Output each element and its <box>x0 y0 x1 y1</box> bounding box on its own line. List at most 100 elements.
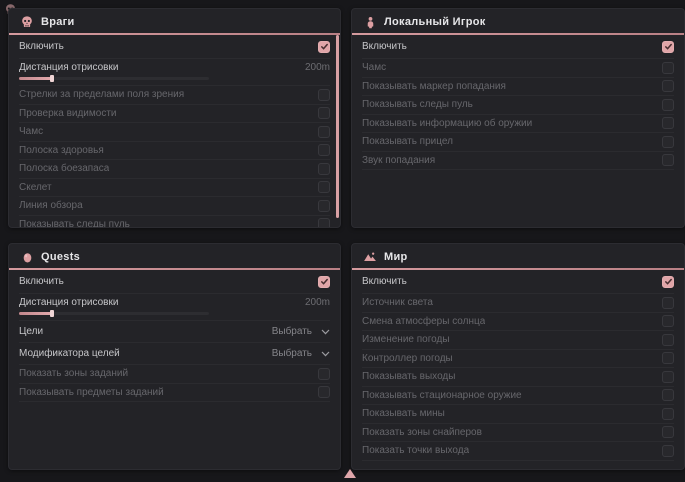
setting-row-toggle[interactable]: Скелет <box>19 179 330 198</box>
slider-fill <box>19 77 53 80</box>
checkbox[interactable] <box>662 371 674 383</box>
setting-label: Модификатора целей <box>19 348 120 359</box>
checkbox[interactable] <box>318 386 330 398</box>
checkbox[interactable] <box>662 62 674 74</box>
setting-label: Показать точки выхода <box>362 445 469 456</box>
overlay-root: ВрагиВключитьДистанция отрисовки200mСтре… <box>0 0 685 482</box>
checkbox[interactable] <box>318 218 330 228</box>
setting-label: Контроллер погоды <box>362 353 453 364</box>
setting-label: Скелет <box>19 182 52 193</box>
setting-row-toggle[interactable]: Показывать стационарное оружие <box>362 387 674 406</box>
checkbox[interactable] <box>662 315 674 327</box>
checkbox[interactable] <box>318 41 330 53</box>
checkbox[interactable] <box>662 297 674 309</box>
checkbox[interactable] <box>662 154 674 166</box>
setting-row-toggle[interactable]: Включить <box>19 35 330 59</box>
setting-row-toggle[interactable]: Полоска боезапаса <box>19 160 330 179</box>
slider[interactable] <box>19 312 209 315</box>
checkbox[interactable] <box>318 200 330 212</box>
setting-label: Источник света <box>362 297 433 308</box>
checkbox[interactable] <box>662 80 674 92</box>
slider-thumb[interactable] <box>50 75 54 82</box>
setting-row-dropdown[interactable]: ЦелиВыбрать <box>19 321 330 343</box>
setting-label: Показать зоны заданий <box>19 368 128 379</box>
setting-row-toggle[interactable]: Источник света <box>362 294 674 313</box>
setting-row-toggle[interactable]: Показывать прицел <box>362 133 674 152</box>
setting-label: Показывать выходы <box>362 371 455 382</box>
setting-row-toggle[interactable]: Включить <box>362 35 674 59</box>
slider-label-line: Дистанция отрисовки200m <box>19 62 330 73</box>
setting-row-toggle[interactable]: Показать зоны заданий <box>19 365 330 384</box>
setting-label: Смена атмосферы солнца <box>362 316 485 327</box>
setting-row-toggle[interactable]: Показывать выходы <box>362 368 674 387</box>
setting-row-toggle[interactable]: Включить <box>362 270 674 294</box>
setting-label: Показывать стационарное оружие <box>362 390 522 401</box>
panel-local-player: Локальный Игрок ВключитьЧамс Показывать ма… <box>351 8 685 228</box>
setting-row-toggle[interactable]: Звук попадания <box>362 152 674 171</box>
setting-row-toggle[interactable]: Показывать информацию об оружии <box>362 115 674 134</box>
checkbox[interactable] <box>662 352 674 364</box>
checkbox[interactable] <box>318 126 330 138</box>
setting-row-toggle[interactable]: Чамс <box>362 59 674 78</box>
checkbox[interactable] <box>662 426 674 438</box>
panels-grid: ВрагиВключитьДистанция отрисовки200mСтре… <box>8 8 685 470</box>
setting-label: Показать зоны снайперов <box>362 427 482 438</box>
checkbox[interactable] <box>662 389 674 401</box>
checkbox[interactable] <box>662 117 674 129</box>
setting-row-toggle[interactable]: Полоска здоровья <box>19 142 330 161</box>
slider[interactable] <box>19 77 209 80</box>
panel-header: Локальный Игрок <box>352 9 684 33</box>
setting-row-toggle[interactable]: Показать точки выхода <box>362 442 674 461</box>
panel-body: Включить Источник света Смена атмосферы со… <box>352 270 684 461</box>
checkbox[interactable] <box>662 276 674 288</box>
checkbox[interactable] <box>662 136 674 148</box>
setting-label: Показывать маркер попадания <box>362 81 506 92</box>
skull-icon <box>20 15 34 29</box>
checkbox[interactable] <box>318 144 330 156</box>
setting-row-toggle[interactable]: Включить <box>19 270 330 294</box>
panel-body: Включить Дистанция отрисовки200m Стрелки з… <box>9 35 340 228</box>
setting-row-toggle[interactable]: Изменение погоды <box>362 331 674 350</box>
setting-row-toggle[interactable]: Проверка видимости <box>19 105 330 124</box>
checkbox[interactable] <box>318 107 330 119</box>
setting-label: Показывать информацию об оружии <box>362 118 532 129</box>
panel-title: Локальный Игрок <box>384 16 486 28</box>
checkbox[interactable] <box>318 276 330 288</box>
setting-row-toggle[interactable]: Линия обзора <box>19 197 330 216</box>
setting-label: Изменение погоды <box>362 334 450 345</box>
setting-row-toggle[interactable]: Смена атмосферы солнца <box>362 313 674 332</box>
scrollbar-thumb[interactable] <box>336 35 339 218</box>
panel-world: Мир Включить Источник света Смена атмосферы… <box>351 243 685 470</box>
setting-row-toggle[interactable]: Показать зоны снайперов <box>362 424 674 443</box>
dropdown-select[interactable]: Выбрать <box>272 348 330 359</box>
checkbox[interactable] <box>662 99 674 111</box>
setting-row-toggle[interactable]: Чамс <box>19 123 330 142</box>
dropdown-select[interactable]: Выбрать <box>272 326 330 337</box>
setting-label: Показывать предметы заданий <box>19 387 164 398</box>
checkbox[interactable] <box>318 368 330 380</box>
checkbox[interactable] <box>662 41 674 53</box>
setting-row-toggle[interactable]: Показывать маркер попадания <box>362 78 674 97</box>
setting-row-toggle[interactable]: Показывать предметы заданий <box>19 384 330 403</box>
checkbox[interactable] <box>662 445 674 457</box>
setting-row-toggle[interactable]: Контроллер погоды <box>362 350 674 369</box>
setting-label: Включить <box>19 41 64 52</box>
panel-title: Мир <box>384 251 408 263</box>
setting-row-toggle[interactable]: Показывать следы пуль <box>362 96 674 115</box>
panel-body: ВключитьДистанция отрисовки200mЦелиВыбра… <box>9 270 340 402</box>
checkbox[interactable] <box>318 163 330 175</box>
setting-label: Показывать следы пуль <box>362 99 473 110</box>
checkbox[interactable] <box>662 334 674 346</box>
setting-row-toggle[interactable]: Показывать следы пуль <box>19 216 330 229</box>
slider-thumb[interactable] <box>50 310 54 317</box>
checkbox[interactable] <box>318 89 330 101</box>
dropdown-value: Выбрать <box>272 326 312 337</box>
setting-row-toggle[interactable]: Стрелки за пределами поля зрения <box>19 86 330 105</box>
setting-row-dropdown[interactable]: Модификатора целей Выбрать <box>19 343 330 365</box>
setting-label: Дистанция отрисовки <box>19 297 118 308</box>
setting-label: Включить <box>19 276 64 287</box>
setting-row-toggle[interactable]: Показывать мины <box>362 405 674 424</box>
checkbox[interactable] <box>662 408 674 420</box>
checkbox[interactable] <box>318 181 330 193</box>
setting-label: Полоска здоровья <box>19 145 104 156</box>
